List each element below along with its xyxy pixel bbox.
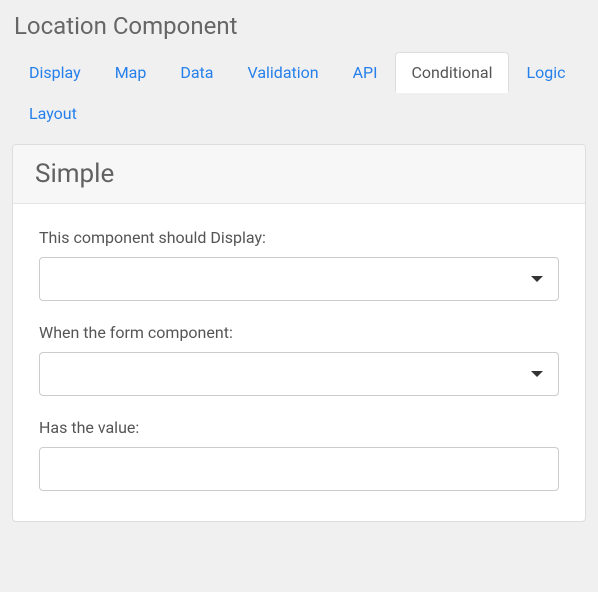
page-title: Location Component: [12, 12, 586, 40]
select-wrapper-when: [39, 352, 559, 396]
panel-header: Simple: [13, 145, 585, 204]
label-has-value: Has the value:: [39, 418, 559, 437]
select-when[interactable]: [39, 352, 559, 396]
select-wrapper-display: [39, 257, 559, 301]
label-display: This component should Display:: [39, 228, 559, 247]
component-editor: Location Component Display Map Data Vali…: [0, 0, 598, 534]
input-has-value[interactable]: [39, 447, 559, 491]
panel-title: Simple: [35, 159, 563, 189]
tab-layout[interactable]: Layout: [12, 93, 94, 134]
panel-body: This component should Display: When the …: [13, 204, 585, 521]
tab-map[interactable]: Map: [98, 52, 164, 93]
select-display[interactable]: [39, 257, 559, 301]
tab-validation[interactable]: Validation: [230, 52, 335, 93]
label-when: When the form component:: [39, 323, 559, 342]
field-has-value: Has the value:: [39, 418, 559, 491]
tab-display[interactable]: Display: [12, 52, 98, 93]
tab-data[interactable]: Data: [163, 52, 230, 93]
tab-api[interactable]: API: [336, 52, 395, 93]
field-when: When the form component:: [39, 323, 559, 396]
tab-conditional[interactable]: Conditional: [395, 52, 510, 93]
field-display: This component should Display:: [39, 228, 559, 301]
tab-logic[interactable]: Logic: [509, 52, 582, 93]
tabs-nav: Display Map Data Validation API Conditio…: [12, 52, 586, 134]
simple-panel: Simple This component should Display: Wh…: [12, 144, 586, 522]
